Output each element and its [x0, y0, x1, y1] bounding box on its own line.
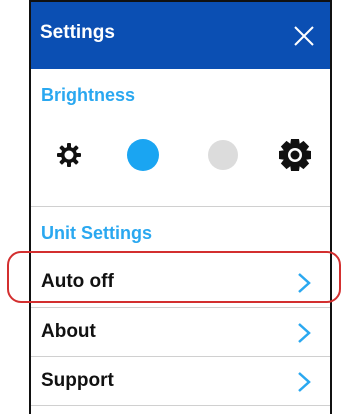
chevron-right-icon	[298, 323, 311, 343]
divider	[31, 206, 330, 207]
brightness-level-2[interactable]	[123, 132, 163, 178]
brightness-dot-selected	[127, 139, 159, 171]
brightness-level-3[interactable]	[203, 132, 243, 178]
divider	[31, 405, 330, 406]
menu-item-label: Support	[41, 370, 114, 391]
brightness-low-icon	[57, 143, 81, 167]
brightness-selector	[31, 132, 330, 178]
divider	[31, 307, 330, 308]
unit-settings-heading: Unit Settings	[41, 223, 152, 243]
chevron-right-icon	[298, 372, 311, 392]
brightness-low-button[interactable]	[49, 132, 89, 178]
settings-header: Settings	[31, 2, 330, 69]
close-icon[interactable]	[292, 24, 316, 48]
menu-item-label: About	[41, 321, 96, 342]
menu-item-about[interactable]: About	[31, 310, 330, 354]
brightness-high-button[interactable]	[273, 132, 317, 178]
menu-item-support[interactable]: Support	[31, 359, 330, 403]
page-title: Settings	[40, 22, 115, 43]
brightness-dot	[208, 140, 238, 170]
settings-panel: Settings Brightness Unit Settings Auto o…	[29, 0, 332, 414]
highlight-outline	[7, 251, 341, 303]
divider	[31, 356, 330, 357]
brightness-heading: Brightness	[41, 85, 136, 105]
brightness-high-icon	[279, 139, 311, 171]
